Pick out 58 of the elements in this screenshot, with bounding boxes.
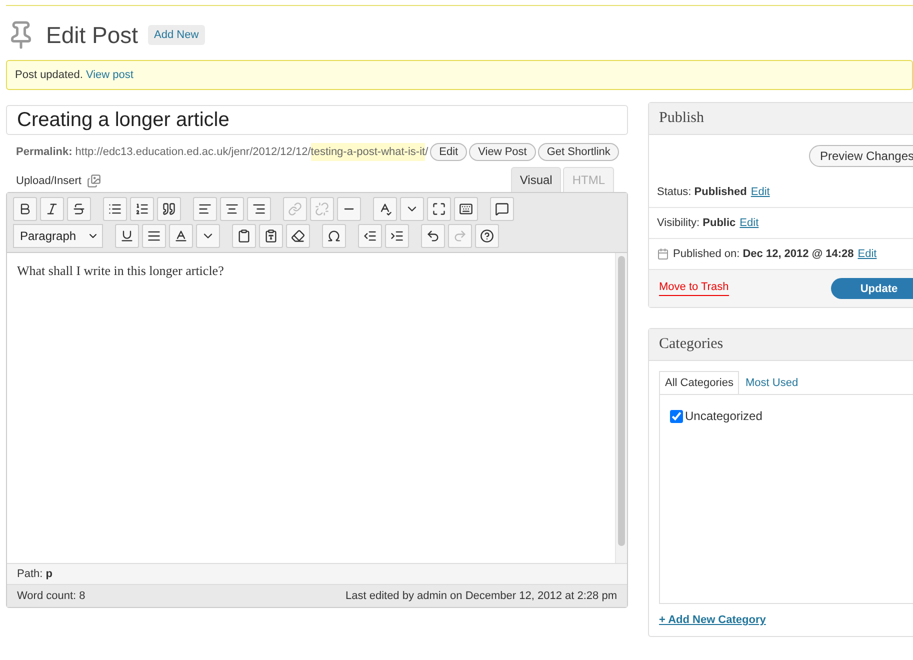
post-content[interactable]: What shall I write in this longer article? [17,263,224,278]
eraser-icon[interactable] [286,224,310,248]
editor-tab[interactable]: Visual [510,167,562,192]
speech-bubble-icon[interactable] [490,197,514,221]
permalink-slug: testing-a-post-what-is-it [310,143,426,161]
permalink-text: Permalink: http://edc13.education.ed.ac.uk/jenr/2012/12/12/ [16,145,311,160]
align-left-icon[interactable] [193,197,217,221]
edit-link[interactable]: Edit [740,217,759,229]
permalink-slash: / [425,145,428,160]
add-new-button[interactable]: Add New [148,25,205,45]
page-title: Edit Post [46,22,138,48]
publish-info: Status: Published [657,186,747,198]
view-post-link[interactable]: View post [86,69,134,81]
category-label: Uncategorized [685,409,762,423]
update-notice: Post updated. View post [6,60,913,90]
calendar-icon [657,248,669,260]
fullscreen-icon[interactable] [427,197,451,221]
align-center-icon[interactable] [220,197,244,221]
outdent-icon[interactable] [358,224,382,248]
title-field[interactable]: Creating a longer article [6,105,628,135]
spellcheck-icon[interactable] [373,197,397,221]
update-button[interactable]: Update [831,278,913,299]
format-select[interactable]: Paragraph [13,224,103,248]
omega-icon[interactable] [322,224,346,248]
publish-info: Visibility: Public [657,217,736,229]
trash-link[interactable]: Move to Trash [659,281,729,296]
bold-icon[interactable] [13,197,37,221]
upload-label: Upload/Insert [16,175,82,187]
last-edited: Last edited by admin on December 12, 2012 at 2:28 pm [345,590,617,602]
permalink-button[interactable]: Get Shortlink [538,143,620,161]
paste-word-icon[interactable] [259,224,283,248]
permalink-button[interactable]: View Post [469,143,536,161]
category-tab[interactable]: All Categories [659,371,740,394]
align-right-icon[interactable] [247,197,271,221]
help-icon[interactable] [475,224,499,248]
category-checkbox[interactable] [670,410,683,422]
indent-icon[interactable] [385,224,409,248]
text-color-icon[interactable] [169,224,193,248]
publish-info: Published on: Dec 12, 2012 @ 14:28 [673,248,854,260]
panel-title: Publish [649,103,913,135]
strikethrough-icon[interactable] [67,197,91,221]
italic-icon[interactable] [40,197,64,221]
bullet-list-icon[interactable] [103,197,127,221]
edit-link[interactable]: Edit [858,248,877,260]
paste-text-icon[interactable] [232,224,256,248]
underline-icon[interactable] [115,224,139,248]
scrollbar[interactable] [615,253,627,563]
permalink-button[interactable]: Edit [430,143,468,161]
path-label: Path: p [17,568,52,580]
media-icon[interactable] [87,174,102,188]
panel-title: Categories [649,329,913,361]
undo-icon[interactable] [421,224,445,248]
word-count: Word count: 8 [17,590,86,602]
edit-link[interactable]: Edit [750,186,770,198]
justify-icon[interactable] [142,224,166,248]
add-category-link[interactable]: + Add New Category [659,604,913,626]
numbered-list-icon[interactable] [130,197,154,221]
quote-icon[interactable] [157,197,181,221]
